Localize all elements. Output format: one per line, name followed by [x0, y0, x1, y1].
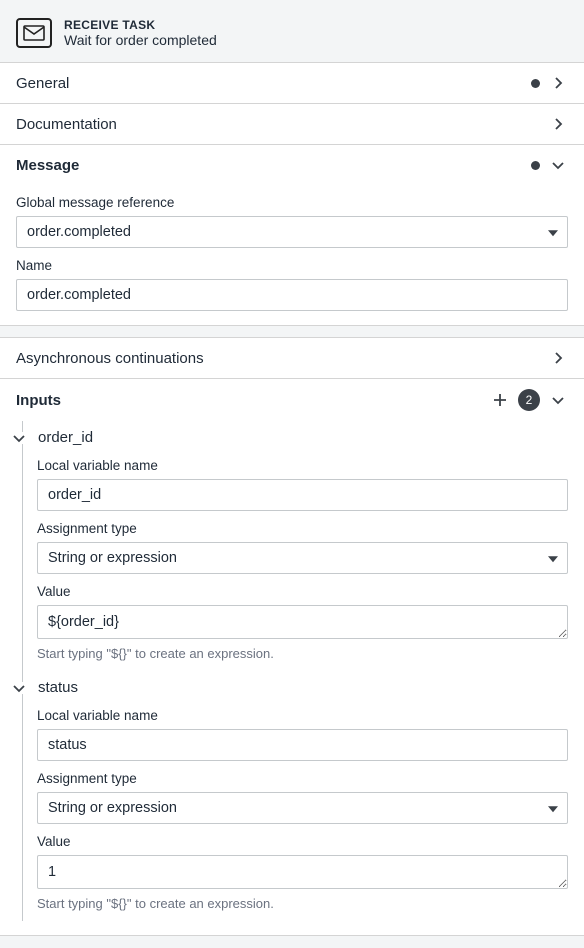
field-label: Global message reference: [16, 195, 568, 210]
assignment-type-select[interactable]: String or expression: [37, 542, 568, 574]
section-general[interactable]: General: [0, 63, 584, 103]
chevron-down-icon: [548, 155, 568, 175]
field-label: Name: [16, 258, 568, 273]
section-divider: [0, 326, 584, 338]
receive-task-icon: [16, 18, 52, 48]
field-label: Local variable name: [37, 458, 568, 473]
assignment-type-select[interactable]: String or expression: [37, 792, 568, 824]
chevron-down-icon: [548, 390, 568, 410]
section-label: General: [16, 75, 523, 92]
input-item-header[interactable]: order_id: [37, 421, 568, 448]
message-name-input[interactable]: [16, 279, 568, 311]
section-label: Message: [16, 157, 523, 174]
task-type-label: RECEIVE TASK: [64, 18, 217, 32]
value-input[interactable]: [37, 605, 568, 639]
input-item: order_id Local variable name Assignment …: [22, 421, 568, 671]
section-async[interactable]: Asynchronous continuations: [0, 338, 584, 378]
add-input-button[interactable]: [490, 390, 510, 410]
status-dot-icon: [531, 161, 540, 170]
section-divider: [0, 936, 584, 944]
chevron-down-icon: [10, 682, 28, 694]
chevron-right-icon: [548, 348, 568, 368]
input-item-title: order_id: [38, 429, 93, 446]
section-message[interactable]: Message: [0, 145, 584, 185]
expression-hint: Start typing "${}" to create an expressi…: [37, 646, 568, 661]
field-label: Value: [37, 584, 568, 599]
expression-hint: Start typing "${}" to create an expressi…: [37, 896, 568, 911]
input-item-title: status: [38, 679, 78, 696]
envelope-icon: [23, 25, 45, 41]
input-item-header[interactable]: status: [37, 671, 568, 698]
local-variable-name-input[interactable]: [37, 729, 568, 761]
section-label: Documentation: [16, 116, 540, 133]
value-input[interactable]: [37, 855, 568, 889]
panel-header: RECEIVE TASK Wait for order completed: [0, 4, 584, 63]
section-label: Inputs: [16, 392, 482, 409]
field-label: Local variable name: [37, 708, 568, 723]
chevron-down-icon: [10, 432, 28, 444]
inputs-count-badge: 2: [518, 389, 540, 411]
status-dot-icon: [531, 79, 540, 88]
section-documentation[interactable]: Documentation: [0, 104, 584, 144]
task-name: Wait for order completed: [64, 32, 217, 48]
section-inputs[interactable]: Inputs 2: [0, 379, 584, 421]
field-label: Assignment type: [37, 771, 568, 786]
chevron-right-icon: [548, 114, 568, 134]
field-label: Value: [37, 834, 568, 849]
local-variable-name-input[interactable]: [37, 479, 568, 511]
input-item: status Local variable name Assignment ty…: [22, 671, 568, 921]
chevron-right-icon: [548, 73, 568, 93]
field-label: Assignment type: [37, 521, 568, 536]
global-message-reference-select[interactable]: order.completed: [16, 216, 568, 248]
section-label: Asynchronous continuations: [16, 350, 540, 367]
